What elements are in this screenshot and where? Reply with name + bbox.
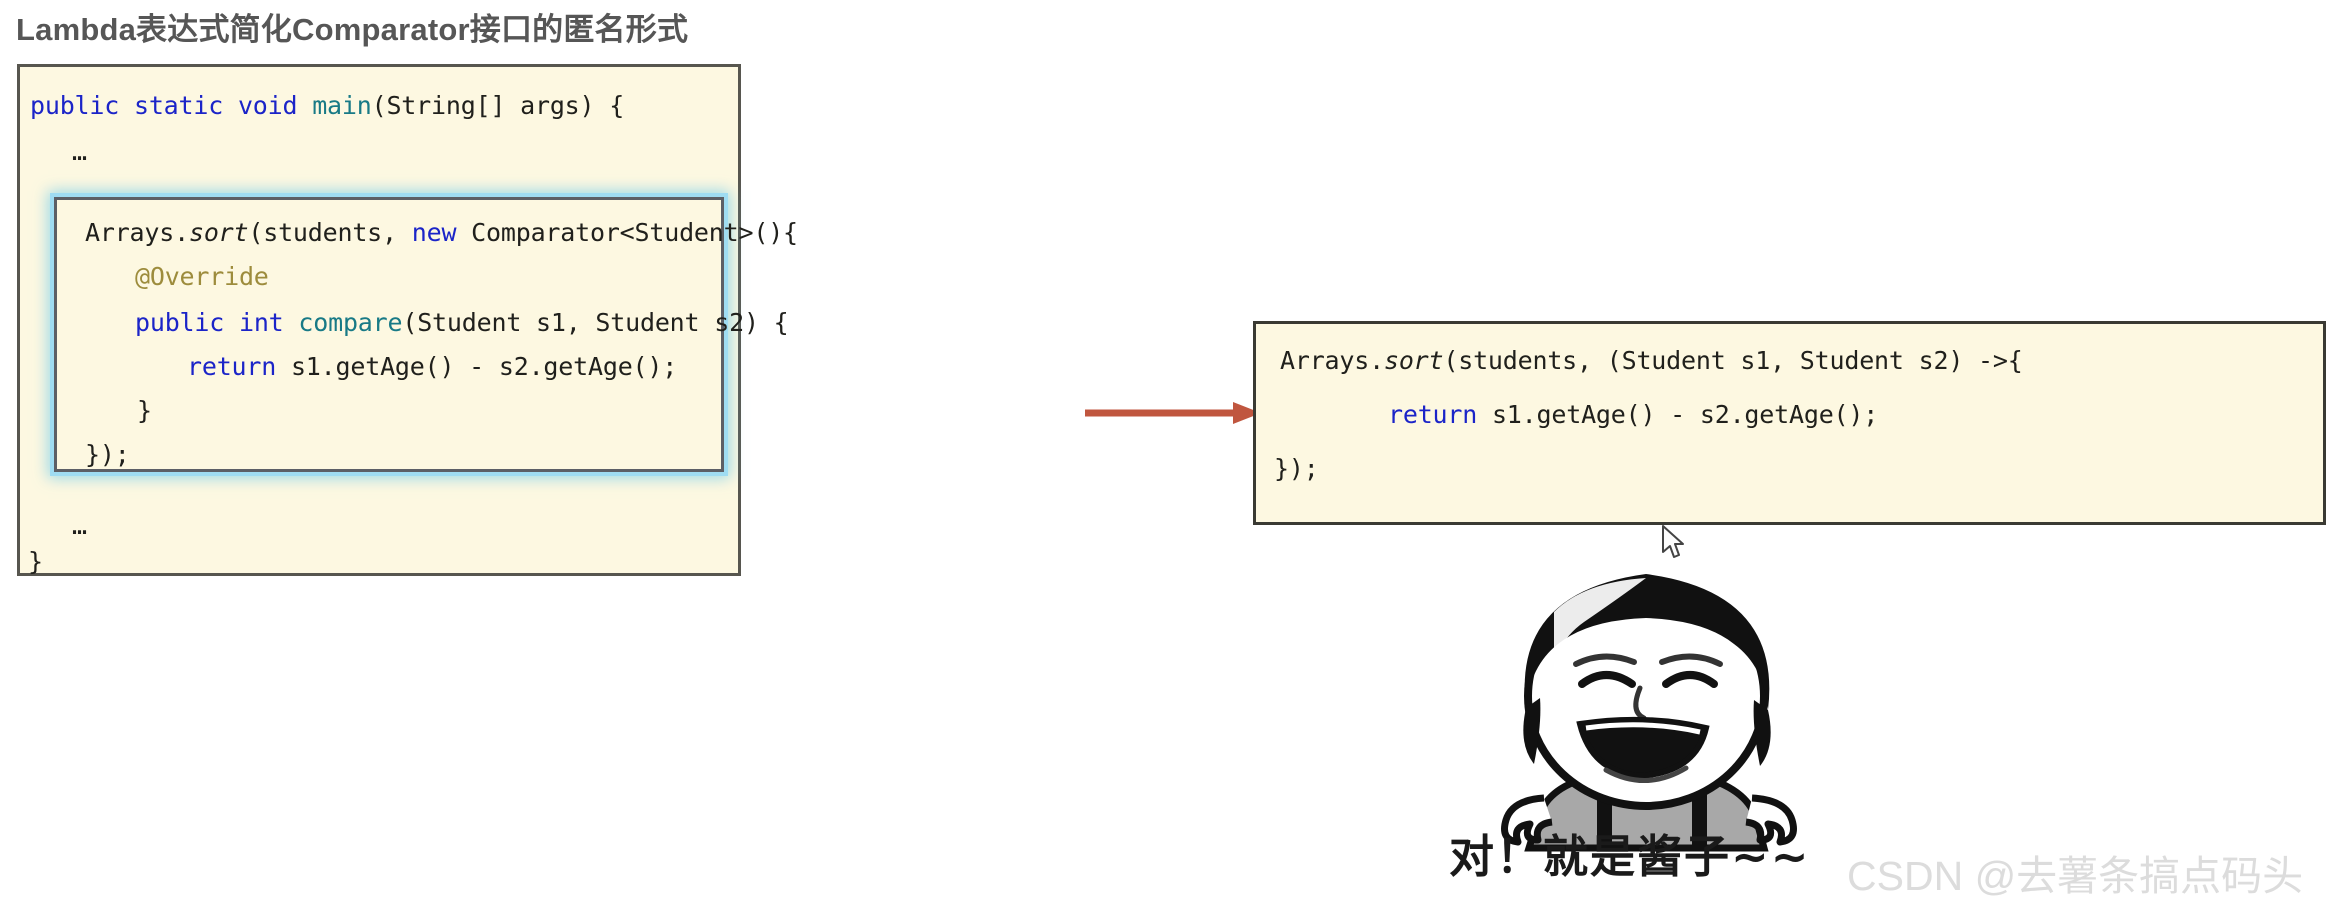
keyword-static: static [133, 91, 224, 120]
arrays-prefix: Arrays. [1280, 346, 1384, 375]
method-name-sort: sort [1383, 346, 1444, 375]
keyword-int: int [238, 308, 284, 337]
code-line-lambda-return: return s1.getAge() - s2.getAge(); [1388, 400, 1878, 429]
keyword-new: new [411, 218, 457, 247]
main-signature-rest: (String[] args) { [371, 91, 625, 120]
slide-canvas: Lambda表达式简化Comparator接口的匿名形式 public stat… [0, 0, 2351, 918]
transform-arrow [1085, 398, 1265, 428]
code-line-return-getage: return s1.getAge() - s2.getAge(); [187, 352, 677, 381]
sort-args-prefix: (students, [248, 218, 412, 247]
code-line-main-signature: public static void main(String[] args) { [30, 91, 624, 120]
comparator-generic: Comparator<Student>(){ [456, 218, 798, 247]
code-line-arrays-sort-lambda: Arrays.sort(students, (Student s1, Stude… [1280, 346, 2023, 375]
keyword-public: public [135, 308, 225, 337]
left-code-block: public static void main(String[] args) {… [17, 64, 798, 576]
method-name-main: main [312, 91, 372, 120]
return-expression: s1.getAge() - s2.getAge(); [1477, 400, 1879, 429]
method-name-compare: compare [298, 308, 403, 337]
anonymous-class-highlight-box: Arrays.sort(students, new Comparator<Stu… [54, 197, 798, 472]
lambda-params: (students, (Student s1, Student s2) ->{ [1443, 346, 2023, 375]
page-title: Lambda表达式简化Comparator接口的匿名形式 [16, 12, 689, 47]
lambda-code-block: Arrays.sort(students, (Student s1, Stude… [1253, 321, 2326, 525]
code-line-arrays-sort-anon: Arrays.sort(students, new Comparator<Stu… [85, 218, 798, 247]
code-ellipsis-top: … [72, 137, 87, 166]
keyword-void: void [237, 91, 298, 120]
keyword-public: public [30, 91, 120, 120]
method-name-sort: sort [188, 218, 249, 247]
code-line-override-annotation: @Override [135, 262, 269, 291]
keyword-return: return [187, 352, 277, 381]
code-line-main-close-brace: } [28, 547, 43, 576]
csdn-watermark: CSDN @去薯条搞点码头 [1847, 853, 2304, 899]
code-line-compare-signature: public int compare(Student s1, Student s… [135, 308, 789, 337]
arrays-prefix: Arrays. [85, 218, 189, 247]
code-line-anon-class-close: }); [85, 440, 130, 469]
mouse-cursor-icon [1661, 525, 1687, 563]
code-line-lambda-close: }); [1274, 454, 1319, 483]
code-line-method-close-brace: } [137, 396, 152, 425]
meme-caption: 对！就是酱子~~ [1449, 830, 1811, 883]
return-expression: s1.getAge() - s2.getAge(); [276, 352, 678, 381]
code-ellipsis-bottom: … [72, 511, 87, 540]
arrow-right-icon [1085, 402, 1261, 424]
compare-params: (Student s1, Student s2) { [402, 308, 789, 337]
keyword-return: return [1388, 400, 1478, 429]
